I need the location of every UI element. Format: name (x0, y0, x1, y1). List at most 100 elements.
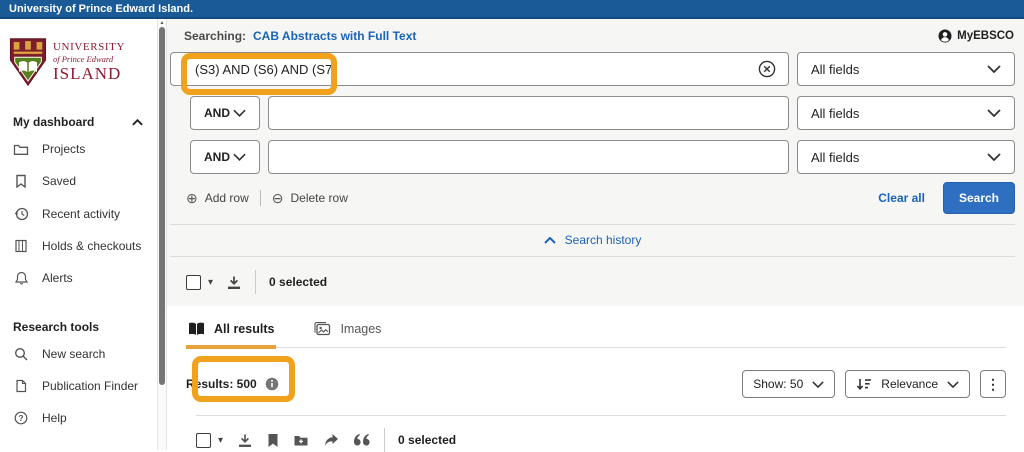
search-history-label: Search history (565, 233, 642, 247)
chevron-down-icon (987, 153, 1001, 161)
alerts-label: Alerts (42, 271, 73, 285)
help-label: Help (42, 411, 67, 425)
boolean-select-2[interactable]: AND (190, 96, 260, 130)
bookmark-icon (13, 174, 29, 188)
more-options-button[interactable]: ⋮ (980, 370, 1006, 398)
search-icon (13, 347, 29, 361)
images-tab-label: Images (340, 322, 381, 336)
recent-activity-label: Recent activity (42, 207, 120, 221)
form-actions-row: ⊕ Add row ⊖ Delete row Clear all Search (186, 183, 1015, 213)
kebab-icon: ⋮ (986, 376, 1000, 393)
results-controls: Show: 50 Relevance (742, 370, 1006, 398)
page-title: University of Prince Edward Island. (9, 3, 193, 15)
bookmark-icon (267, 433, 279, 448)
publication-finder-label: Publication Finder (42, 379, 138, 393)
sidebar-item-alerts[interactable]: Alerts (13, 262, 145, 294)
select-menu-caret-icon[interactable]: ▾ (218, 435, 223, 446)
download-button[interactable] (237, 433, 253, 448)
bell-icon (13, 271, 29, 285)
sort-select[interactable]: Relevance (845, 370, 970, 398)
quote-icon (353, 434, 371, 447)
search-input-3[interactable] (268, 140, 789, 174)
selected-count: 0 selected (398, 433, 456, 447)
divider (384, 428, 385, 452)
database-link[interactable]: CAB Abstracts with Full Text (253, 29, 416, 43)
sidebar-item-recent-activity[interactable]: Recent activity (13, 197, 145, 230)
scrollbar-up-arrow[interactable]: ▲ (158, 20, 166, 26)
holds-checkouts-label: Holds & checkouts (42, 239, 141, 253)
field-select-3[interactable]: All fields (797, 140, 1015, 174)
save-bookmark-button[interactable] (267, 433, 279, 448)
clear-input-icon[interactable] (758, 60, 776, 78)
help-icon: ? (13, 411, 29, 425)
sidebar-item-help[interactable]: ? Help (13, 402, 145, 434)
scrollbar-thumb[interactable] (159, 27, 165, 385)
sidebar-item-holds-checkouts[interactable]: Holds & checkouts (13, 230, 145, 262)
search-input-1[interactable] (170, 52, 789, 86)
field-select-1-value: All fields (811, 62, 859, 77)
myebsco-button[interactable]: MyEBSCO (938, 29, 1014, 43)
myebsco-label: MyEBSCO (957, 30, 1014, 42)
download-icon (237, 433, 253, 448)
upei-logo: UNIVERSITY of Prince Edward ISLAND (0, 33, 157, 97)
sidebar-section-my-dashboard[interactable]: My dashboard (13, 115, 143, 129)
select-all-checkbox[interactable] (186, 275, 201, 290)
minus-circle-icon: ⊖ (272, 191, 284, 205)
sidebar-item-projects[interactable]: Projects (13, 133, 145, 165)
sidebar-item-saved[interactable]: Saved (13, 165, 145, 197)
show-per-page-select[interactable]: Show: 50 (742, 370, 835, 398)
delete-row-label: Delete row (291, 191, 348, 205)
boolean-select-3[interactable]: AND (190, 140, 260, 174)
sidebar: UNIVERSITY of Prince Edward ISLAND My da… (0, 19, 157, 450)
selection-toolbar: ▾ 0 selected (186, 270, 1015, 294)
upei-shield-icon (9, 37, 47, 87)
images-icon (314, 322, 331, 336)
sidebar-item-publication-finder[interactable]: Publication Finder (13, 370, 145, 402)
account-person-icon (938, 29, 952, 43)
projects-folder-icon (13, 143, 29, 156)
delete-row-button[interactable]: ⊖ Delete row (272, 191, 348, 205)
search-button[interactable]: Search (943, 182, 1015, 214)
sidebar-section-research-tools: Research tools (13, 320, 143, 334)
searching-label: Searching: (184, 29, 246, 43)
research-tools-label: Research tools (13, 320, 99, 334)
download-button[interactable] (226, 275, 242, 290)
all-results-tab-label: All results (214, 322, 274, 336)
logo-line2: of Prince Edward (53, 55, 125, 64)
add-row-button[interactable]: ⊕ Add row (186, 191, 249, 205)
select-all-results-checkbox[interactable] (196, 433, 211, 448)
info-icon[interactable] (265, 377, 279, 391)
divider (196, 415, 1006, 416)
my-dashboard-label: My dashboard (13, 115, 94, 129)
search-history-toggle[interactable]: Search history (170, 225, 1015, 257)
sort-icon (856, 377, 872, 391)
field-select-2[interactable]: All fields (797, 96, 1015, 130)
sidebar-item-new-search[interactable]: New search (13, 338, 145, 370)
new-search-label: New search (42, 347, 105, 361)
divider (255, 270, 256, 294)
field-select-1[interactable]: All fields (797, 52, 1015, 86)
upei-logo-text: UNIVERSITY of Prince Edward ISLAND (53, 42, 125, 82)
vertical-scrollbar[interactable]: ▲ (157, 19, 167, 450)
sort-select-value: Relevance (881, 377, 938, 391)
search-input-2[interactable] (268, 96, 789, 130)
cite-button[interactable] (353, 434, 371, 447)
results-header-row: Results: 500 Show: 50 (186, 370, 1006, 398)
results-count-label: Results: 500 (186, 377, 257, 391)
results-tabs: All results Images (186, 306, 1006, 348)
main-content: Searching: CAB Abstracts with Full Text … (167, 19, 1024, 450)
results-card: All results Images Results: 500 (167, 306, 1024, 452)
share-button[interactable] (323, 433, 339, 447)
sidebar-nav: My dashboard Projects Saved (0, 115, 157, 434)
add-row-label: Add row (205, 191, 249, 205)
tab-all-results[interactable]: All results (186, 319, 276, 349)
logo-line1: UNIVERSITY (53, 42, 125, 53)
select-menu-caret-icon[interactable]: ▾ (208, 277, 213, 288)
clear-all-link[interactable]: Clear all (878, 191, 925, 205)
search-row-2: AND All fields (170, 96, 1015, 130)
add-to-project-button[interactable] (293, 434, 309, 447)
tab-images[interactable]: Images (312, 319, 383, 347)
download-icon (226, 275, 242, 290)
field-select-3-value: All fields (811, 150, 859, 165)
chevron-down-icon (987, 65, 1001, 73)
